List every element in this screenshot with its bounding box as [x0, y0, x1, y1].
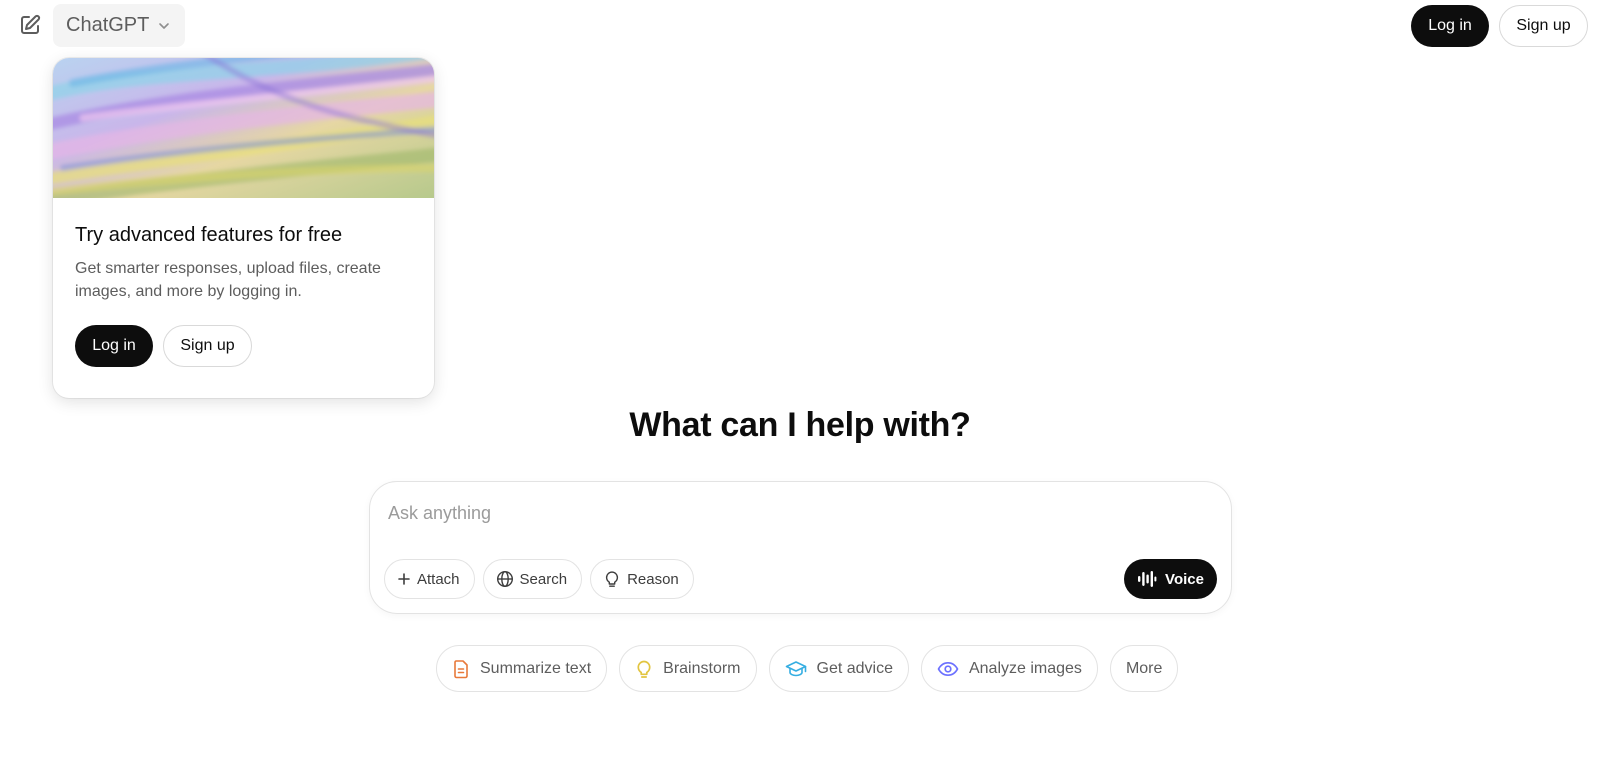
- suggestion-get-advice[interactable]: Get advice: [768, 645, 909, 692]
- edit-icon: [21, 14, 41, 34]
- suggestion-summarize-text[interactable]: Summarize text: [436, 645, 608, 692]
- attach-label: Attach: [417, 570, 460, 588]
- prompt-composer: Attach Search Reason Voice: [369, 481, 1232, 614]
- new-chat-button[interactable]: [16, 11, 44, 39]
- suggestion-label: More: [1125, 659, 1163, 677]
- reason-label: Reason: [627, 570, 679, 588]
- suggestion-analyze-images[interactable]: Analyze images: [920, 645, 1098, 692]
- chevron-down-icon: [159, 22, 170, 29]
- composer-tools: Attach Search Reason: [384, 559, 694, 599]
- waveform-icon: [1138, 571, 1157, 587]
- suggestion-label: Brainstorm: [663, 659, 741, 677]
- login-promo-card: Try advanced features for free Get smart…: [53, 58, 434, 398]
- search-button[interactable]: Search: [482, 559, 583, 599]
- lightbulb-icon: [605, 571, 619, 587]
- login-button[interactable]: Log in: [1411, 5, 1489, 47]
- graduation-cap-icon: [785, 660, 806, 676]
- reason-button[interactable]: Reason: [590, 559, 694, 599]
- promo-description: Get smarter responses, upload files, cre…: [75, 260, 381, 300]
- suggestion-chips: Summarize text Brainstorm Get advice Ana…: [436, 645, 1179, 692]
- model-selector[interactable]: ChatGPT: [53, 4, 186, 47]
- eye-icon: [937, 661, 959, 676]
- promo-image: [53, 58, 434, 198]
- voice-label: Voice: [1165, 570, 1204, 588]
- suggestion-label: Summarize text: [480, 659, 592, 677]
- promo-signup-button[interactable]: Sign up: [163, 325, 252, 367]
- promo-actions: Log in Sign up: [75, 325, 412, 367]
- page-headline: What can I help with?: [629, 406, 971, 444]
- attach-button[interactable]: Attach: [384, 559, 475, 599]
- suggestion-label: Analyze images: [968, 659, 1082, 677]
- suggestion-label: Get advice: [816, 659, 893, 677]
- suggestion-more[interactable]: More: [1109, 645, 1179, 692]
- suggestion-brainstorm[interactable]: Brainstorm: [619, 645, 757, 692]
- prompt-input[interactable]: [388, 498, 1208, 528]
- top-bar: ChatGPT Log in Sign up: [0, 0, 1600, 52]
- signup-button[interactable]: Sign up: [1499, 5, 1588, 47]
- lightbulb-icon: [637, 660, 651, 678]
- model-name: ChatGPT: [66, 14, 150, 36]
- plus-icon: [398, 573, 410, 585]
- search-label: Search: [519, 570, 568, 588]
- auth-actions: Log in Sign up: [1411, 5, 1588, 47]
- promo-body: Try advanced features for free Get smart…: [53, 198, 434, 367]
- document-icon: [454, 659, 468, 678]
- globe-icon: [496, 570, 513, 588]
- voice-button[interactable]: Voice: [1124, 559, 1217, 599]
- promo-login-button[interactable]: Log in: [75, 325, 153, 367]
- promo-title: Try advanced features for free: [75, 224, 343, 246]
